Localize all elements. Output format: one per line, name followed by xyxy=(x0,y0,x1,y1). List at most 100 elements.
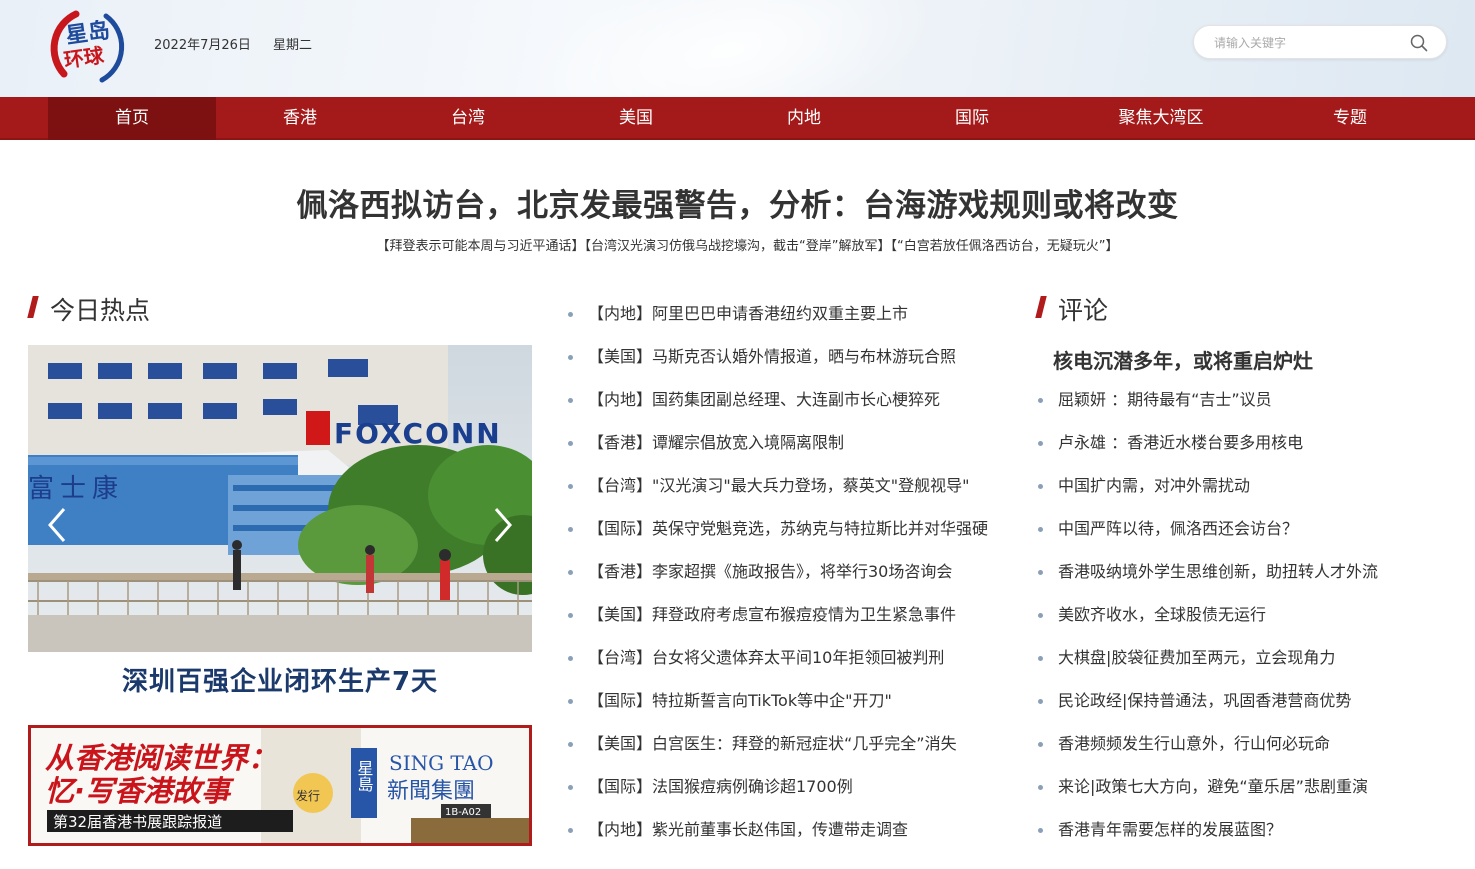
news-item-text: 【台湾】"汉光演习"最大兵力登场，蔡英文"登舰视导" xyxy=(588,476,970,495)
bullet-dot xyxy=(568,785,573,790)
bullet-dot xyxy=(568,355,573,360)
banner-line1: 从香港阅读世界： xyxy=(45,741,277,775)
comment-item-text: 大棋盘|胶袋征费加至两元，立会现角力 xyxy=(1058,648,1336,667)
bullet-dot xyxy=(1038,828,1043,833)
news-item[interactable]: 【内地】阿里巴巴申请香港纽约双重主要上市 xyxy=(566,292,1006,335)
nav-item-special-topics[interactable]: 专题 xyxy=(1266,97,1434,140)
bullet-dot xyxy=(568,613,573,618)
news-item[interactable]: 【美国】白宫医生：拜登的新冠症状“几乎完全”消失 xyxy=(566,722,1006,765)
news-item[interactable]: 【香港】李家超撰《施政报告》，将举行30场咨询会 xyxy=(566,550,1006,593)
sublink-3[interactable]: 【“白宫若放任佩洛西访台，无疑玩火”】 xyxy=(891,239,1119,254)
nav-item-greater-bay-area[interactable]: 聚焦大湾区 xyxy=(1076,97,1246,140)
news-item[interactable]: 【台湾】台女将父遗体弃太平间10年拒领回被判刑 xyxy=(566,636,1006,679)
sublink-2[interactable]: 【台湾汉光演习仿俄乌战挖壕沟，截击“登岸”解放军】 xyxy=(585,239,891,254)
bullet-dot xyxy=(568,699,573,704)
section-bar xyxy=(27,296,39,318)
news-item[interactable]: 【国际】英保守党魁竞选，苏纳克与特拉斯比并对华强硬 xyxy=(566,507,1006,550)
comment-item[interactable]: 美欧齐收水，全球股债无运行 xyxy=(1036,593,1456,636)
comment-item[interactable]: 中国严阵以待，佩洛西还会访台？ xyxy=(1036,507,1456,550)
banner-line2: 忆·写香港故事 xyxy=(45,774,235,808)
comment-item-text: 香港青年需要怎样的发展蓝图？ xyxy=(1058,820,1283,839)
news-item[interactable]: 【台湾】"汉光演习"最大兵力登场，蔡英文"登舰视导" xyxy=(566,464,1006,507)
news-item-text: 【内地】阿里巴巴申请香港纽约双重主要上市 xyxy=(588,304,909,323)
news-item-text: 【国际】特拉斯誓言向TikTok等中企"开刀" xyxy=(588,691,892,710)
news-item-text: 【内地】紫光前董事长赵伟国，传遭带走调查 xyxy=(588,820,909,839)
hot-slider[interactable]: FOXCONN 富士康 xyxy=(28,345,532,652)
news-item[interactable]: 【香港】谭耀宗倡放宽入境隔离限制 xyxy=(566,421,1006,464)
bullet-dot xyxy=(568,742,573,747)
nav-item-usa[interactable]: 美国 xyxy=(552,97,720,140)
comment-item[interactable]: 民论政经|保持普通法，巩固香港营商优势 xyxy=(1036,679,1456,722)
slide-sign-cn: 富士康 xyxy=(28,474,124,504)
top-headline[interactable]: 佩洛西拟访台，北京发最强警告，分析：台海游戏规则或将改变 xyxy=(0,180,1475,225)
comment-item[interactable]: 卢永雄 ：香港近水楼台要多用核电 xyxy=(1036,421,1456,464)
news-item[interactable]: 【内地】紫光前董事长赵伟国，传遭带走调查 xyxy=(566,808,1006,851)
comment-item[interactable]: 大棋盘|胶袋征费加至两元，立会现角力 xyxy=(1036,636,1456,679)
comment-item-text: 美欧齐收水，全球股债无运行 xyxy=(1058,605,1267,624)
banner-brand-cn: 新聞集團 xyxy=(387,779,475,804)
section-title-comment-text: 评论 xyxy=(1058,296,1109,325)
banner-booth: 1B-A02 xyxy=(445,807,481,818)
news-item-text: 【国际】法国猴痘病例确诊超1700例 xyxy=(588,777,853,796)
logo-text-bottom: 环球 xyxy=(62,43,106,72)
nav-item-taiwan[interactable]: 台湾 xyxy=(384,97,552,140)
bullet-dot xyxy=(1038,570,1043,575)
nav-item-hongkong[interactable]: 香港 xyxy=(216,97,384,140)
news-item-text: 【香港】李家超撰《施政报告》，将举行30场咨询会 xyxy=(588,562,953,581)
bullet-dot xyxy=(1038,527,1043,532)
news-item[interactable]: 【国际】法国猴痘病例确诊超1700例 xyxy=(566,765,1006,808)
sublink-1[interactable]: 【拜登表示可能本周与习近平通话】 xyxy=(377,239,585,254)
section-bar xyxy=(1035,296,1047,318)
comment-item[interactable]: 香港频频发生行山意外，行山何必玩命 xyxy=(1036,722,1456,765)
slide-caption[interactable]: 深圳百强企业闭环生产7天 xyxy=(28,661,532,698)
header-decoration xyxy=(505,0,955,97)
site-logo[interactable]: 星岛 环球 xyxy=(44,4,134,88)
news-item[interactable]: 【国际】特拉斯誓言向TikTok等中企"开刀" xyxy=(566,679,1006,722)
main-nav: 首页 香港 台湾 美国 内地 国际 聚焦大湾区 专题 xyxy=(0,97,1475,140)
bullet-dot xyxy=(568,527,573,532)
bullet-dot xyxy=(1038,785,1043,790)
bullet-dot xyxy=(568,484,573,489)
bullet-dot xyxy=(1038,742,1043,747)
search-input[interactable] xyxy=(1214,33,1404,53)
nav-item-international[interactable]: 国际 xyxy=(888,97,1056,140)
news-item-text: 【国际】英保守党魁竞选，苏纳克与特拉斯比并对华强硬 xyxy=(588,519,989,538)
comment-list: 屈颖妍 ：期待最有“吉士”议员 卢永雄 ：香港近水楼台要多用核电 中国扩内需，对… xyxy=(1036,378,1456,851)
slider-next-arrow-icon[interactable] xyxy=(488,505,518,545)
news-item-text: 【美国】白宫医生：拜登的新冠症状“几乎完全”消失 xyxy=(588,734,957,753)
bullet-dot xyxy=(1038,656,1043,661)
news-item[interactable]: 【美国】拜登政府考虑宣布猴痘疫情为卫生紧急事件 xyxy=(566,593,1006,636)
current-weekday: 星期二 xyxy=(273,38,313,53)
comment-item-text: 来论|政策七大方向，避免“童乐居”悲剧重演 xyxy=(1058,777,1368,796)
nav-item-mainland[interactable]: 内地 xyxy=(720,97,888,140)
comment-item-text: 香港吸纳境外学生思维创新，助扭转人才外流 xyxy=(1058,562,1379,581)
bullet-dot xyxy=(1038,441,1043,446)
section-title-hot: 今日热点 xyxy=(27,291,151,327)
news-item-text: 【香港】谭耀宗倡放宽入境隔离限制 xyxy=(588,433,845,452)
banner-brand-en: SING TAO xyxy=(389,751,494,775)
comment-item[interactable]: 屈颖妍 ：期待最有“吉士”议员 xyxy=(1036,378,1456,421)
banner-issue: 发行 xyxy=(296,788,320,803)
slider-prev-arrow-icon[interactable] xyxy=(42,505,72,545)
news-item[interactable]: 【美国】马斯克否认婚外情报道，晒与布林游玩合照 xyxy=(566,335,1006,378)
comment-item-text: 中国扩内需，对冲外需扰动 xyxy=(1058,476,1251,495)
bullet-dot xyxy=(568,441,573,446)
search-box[interactable] xyxy=(1193,25,1447,59)
slide-image[interactable]: FOXCONN 富士康 xyxy=(28,345,532,652)
section-title-hot-text: 今日热点 xyxy=(50,296,151,325)
comment-item[interactable]: 中国扩内需，对冲外需扰动 xyxy=(1036,464,1456,507)
news-item[interactable]: 【内地】国药集团副总经理、大连副市长心梗猝死 xyxy=(566,378,1006,421)
bullet-dot xyxy=(568,828,573,833)
comment-item-text: 屈颖妍 ：期待最有“吉士”议员 xyxy=(1058,390,1272,409)
news-item-text: 【美国】马斯克否认婚外情报道，晒与布林游玩合照 xyxy=(588,347,957,366)
comment-lead-headline[interactable]: 核电沉潜多年，或将重启炉灶 xyxy=(1053,345,1313,374)
comment-item-text: 中国严阵以待，佩洛西还会访台？ xyxy=(1058,519,1299,538)
headline-sublinks: 【拜登表示可能本周与习近平通话】【台湾汉光演习仿俄乌战挖壕沟，截击“登岸”解放军… xyxy=(0,235,1475,254)
nav-item-home[interactable]: 首页 xyxy=(48,97,216,140)
comment-item[interactable]: 香港青年需要怎样的发展蓝图？ xyxy=(1036,808,1456,851)
search-icon[interactable] xyxy=(1410,34,1428,52)
comment-item[interactable]: 来论|政策七大方向，避免“童乐居”悲剧重演 xyxy=(1036,765,1456,808)
comment-item-text: 民论政经|保持普通法，巩固香港营商优势 xyxy=(1058,691,1352,710)
comment-item[interactable]: 香港吸纳境外学生思维创新，助扭转人才外流 xyxy=(1036,550,1456,593)
book-fair-banner[interactable]: 星島 SING TAO 新聞集團 1B-A02 发行 从香港阅读世界： 忆·写香… xyxy=(28,725,532,846)
